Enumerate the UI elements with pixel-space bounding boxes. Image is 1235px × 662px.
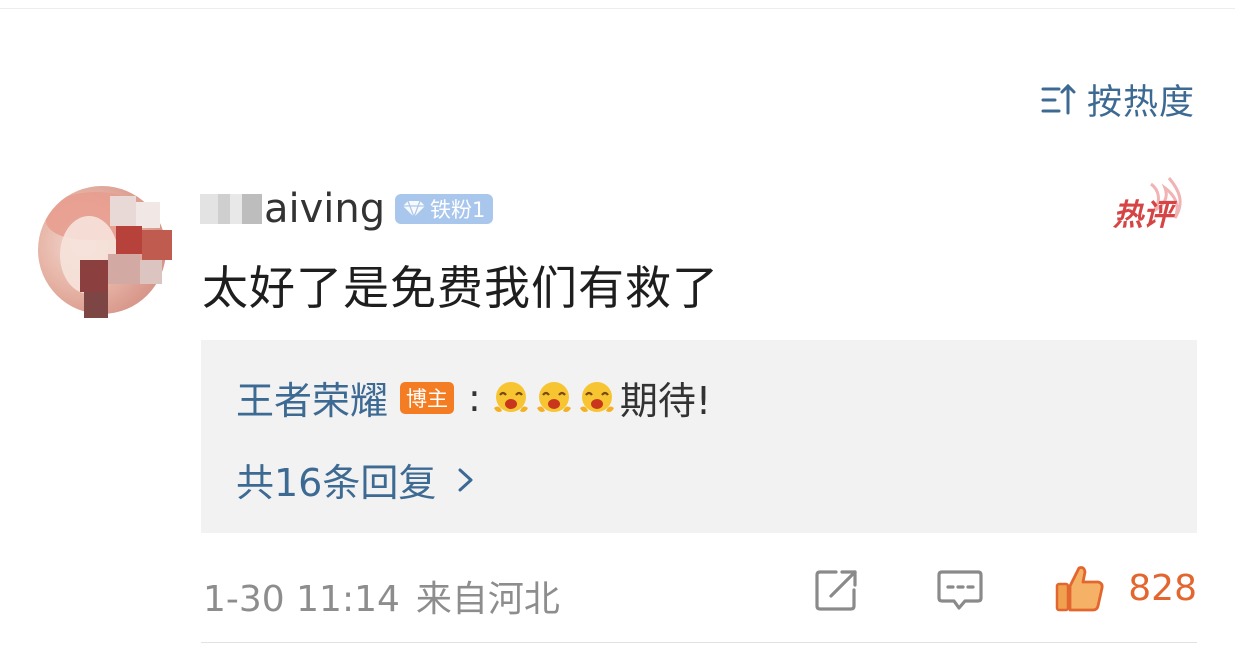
username-redacted (200, 194, 262, 224)
comment-icon[interactable] (937, 568, 983, 612)
comment-timestamp: 1-30 11:14 (203, 579, 400, 620)
fan-badge-label: 铁粉1 (430, 198, 486, 222)
reply-line: 王者荣耀 博主 : 期待! (236, 370, 711, 425)
sort-icon (1041, 83, 1076, 114)
share-icon[interactable] (814, 568, 860, 612)
hot-comment-mark: 热评 (1107, 176, 1187, 236)
top-divider (0, 8, 1235, 9)
comment-meta: 1-30 11:14 来自河北 (203, 570, 560, 622)
like-count: 828 (1128, 567, 1197, 609)
sort-by-heat-button[interactable]: 按热度 (1039, 74, 1195, 125)
sort-label: 按热度 (1086, 83, 1195, 123)
thumbs-up-icon (1056, 566, 1104, 612)
reply-text: 期待! (619, 379, 712, 423)
reply-colon: : (468, 375, 481, 420)
laughing-emoji-icon (493, 381, 528, 412)
comment-username[interactable]: aiving (200, 186, 385, 232)
laughing-emoji-icon (579, 381, 614, 412)
laughing-emoji-icon (536, 381, 571, 412)
like-button[interactable]: 828 (1054, 562, 1197, 614)
author-badge: 博主 (400, 381, 455, 414)
diamond-icon (403, 200, 425, 218)
view-all-replies-link[interactable]: 共16条回复 (236, 452, 478, 507)
reply-preview-box[interactable]: 王者荣耀 博主 : 期待! 共16条回复 (201, 340, 1197, 533)
reply-count-label: 共16条回复 (236, 461, 437, 505)
reply-author-name[interactable]: 王者荣耀 (236, 370, 388, 425)
hot-label: 热评 (1113, 198, 1173, 233)
bottom-divider (201, 642, 1197, 643)
comment-location: 来自河北 (415, 579, 560, 620)
chevron-right-icon (458, 468, 473, 491)
fan-level-badge[interactable]: 铁粉1 (395, 194, 494, 224)
comment-text: 太好了是免费我们有救了 (202, 261, 719, 315)
username-text: aiving (264, 186, 386, 232)
